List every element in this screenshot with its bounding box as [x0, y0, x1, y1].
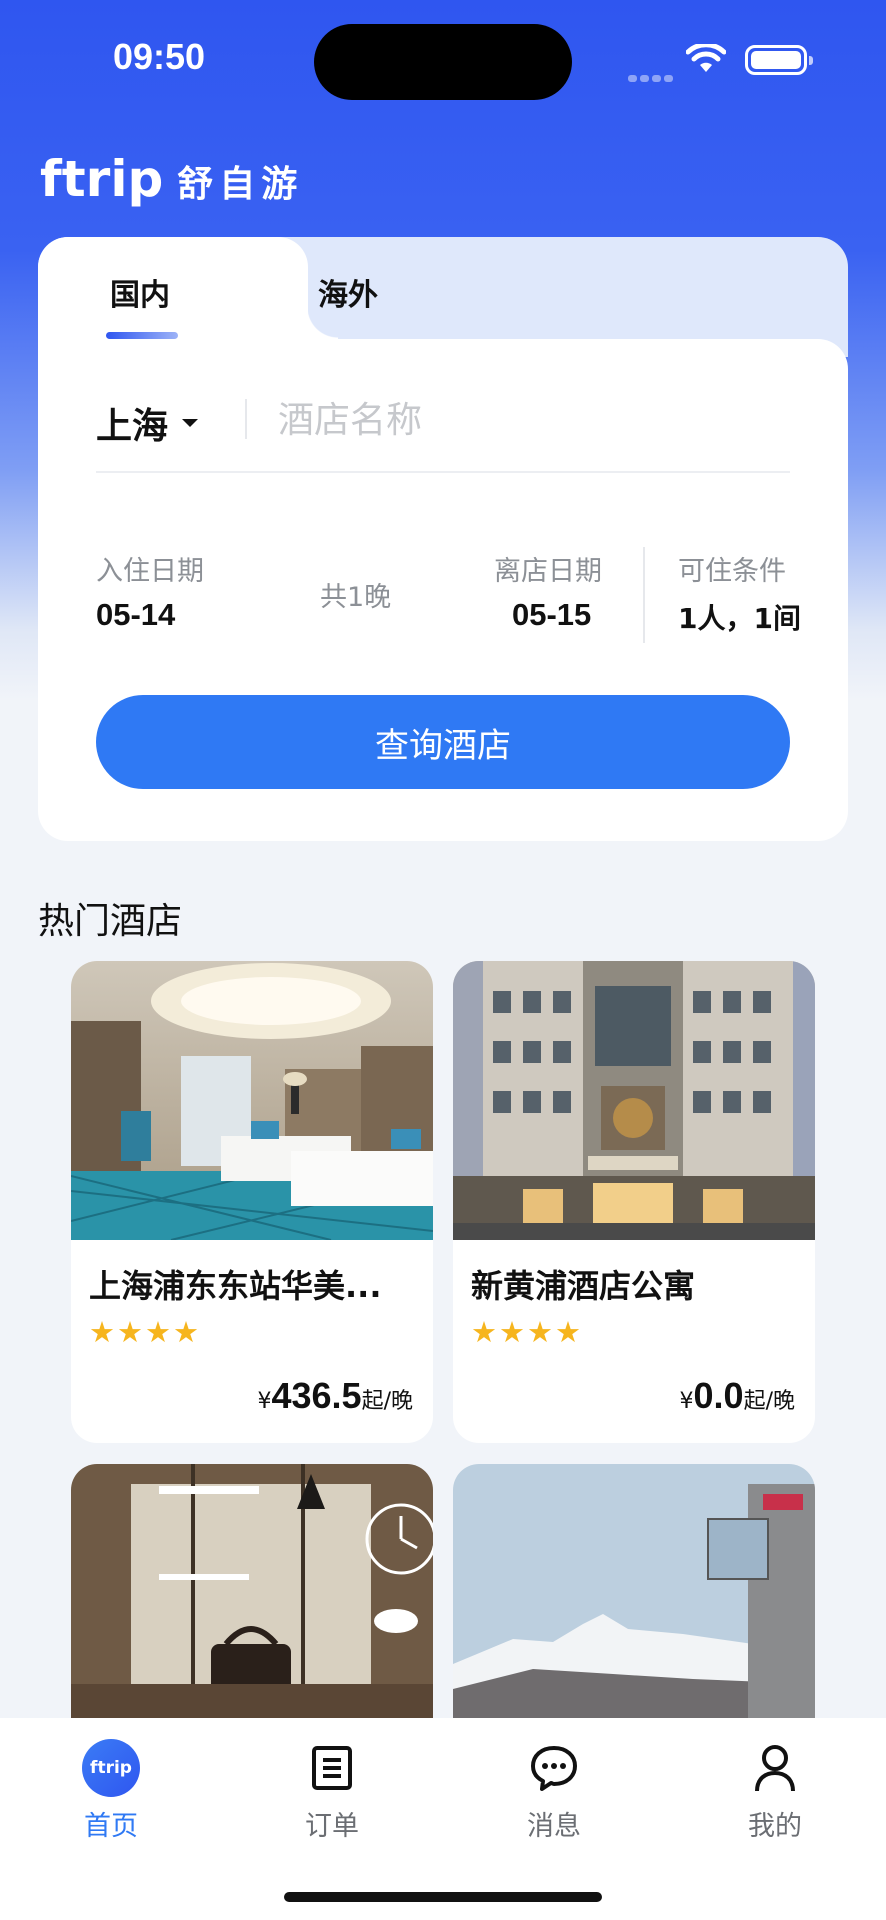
divider: [245, 399, 247, 439]
hotel-name-input[interactable]: [278, 395, 778, 445]
section-title-hot-hotels: 热门酒店: [38, 901, 183, 942]
cellular-signal-icon: [628, 67, 676, 86]
tab-home[interactable]: ftrip 首页: [51, 1738, 171, 1843]
status-bar: 09:50: [0, 0, 886, 110]
hotel-photo: [71, 961, 433, 1240]
wifi-icon: [686, 44, 726, 72]
status-time: 09:50: [113, 36, 206, 77]
tab-profile[interactable]: 我的: [715, 1738, 835, 1843]
star-rating: ★★★★: [471, 1315, 583, 1349]
hotel-card[interactable]: [71, 1464, 433, 1744]
hotel-price: ¥ 436.5 起/晚: [257, 1375, 413, 1417]
brand-logo: ftrip: [40, 150, 164, 208]
battery-icon: [745, 45, 813, 75]
tab-domestic[interactable]: 国内: [110, 270, 170, 314]
hotel-card[interactable]: 新黄浦酒店公寓 ★★★★ ¥ 0.0 起/晚: [453, 961, 815, 1443]
conditions-label: 可住条件: [678, 556, 786, 587]
hotel-name: 上海浦东东站华美...: [89, 1267, 382, 1305]
dynamic-island: [314, 24, 572, 100]
bottom-tab-bar: ftrip 首页 订单 消息 我的: [0, 1718, 886, 1920]
tab-label: 订单: [305, 1811, 359, 1842]
checkout-date[interactable]: 05-15: [512, 597, 591, 633]
city-label: 上海: [96, 406, 169, 447]
price-unit: 起/晚: [743, 1389, 795, 1414]
tab-overseas[interactable]: 海外: [318, 270, 378, 314]
checkin-label: 入住日期: [96, 556, 204, 587]
user-icon: [745, 1738, 805, 1798]
order-icon: [302, 1738, 362, 1798]
price-unit: 起/晚: [361, 1389, 413, 1414]
divider: [643, 547, 645, 643]
hotel-photo: [453, 961, 815, 1240]
hotel-search-card: 国内 海外 上海 入住日期 05-14 共1晚 离店日期 05-15 可住条件 …: [38, 237, 848, 841]
caret-down-icon: [182, 419, 199, 427]
active-tab-indicator: [106, 332, 178, 339]
search-hotels-button[interactable]: 查询酒店: [96, 695, 790, 789]
hotel-card[interactable]: 上海浦东东站华美... ★★★★ ¥ 436.5 起/晚: [71, 961, 433, 1443]
tab-label: 首页: [84, 1811, 138, 1842]
ftrip-home-icon: ftrip: [81, 1738, 141, 1798]
price-currency: ¥: [679, 1389, 694, 1414]
checkout-label: 离店日期: [494, 556, 602, 587]
checkin-date[interactable]: 05-14: [96, 597, 175, 633]
tab-messages[interactable]: 消息: [494, 1738, 614, 1843]
home-indicator: [284, 1892, 602, 1902]
brand-name: 舒自游: [177, 164, 304, 205]
city-selector[interactable]: 上海: [96, 397, 199, 449]
tab-label: 我的: [748, 1811, 802, 1842]
tab-label: 消息: [527, 1811, 581, 1842]
price-value: 436.5: [271, 1375, 362, 1416]
conditions-value[interactable]: 1人，1间: [678, 597, 801, 637]
hotel-name: 新黄浦酒店公寓: [471, 1267, 696, 1305]
hotel-price: ¥ 0.0 起/晚: [680, 1375, 795, 1417]
hotel-photo: [453, 1464, 815, 1743]
hotel-card[interactable]: [453, 1464, 815, 1744]
tab-orders[interactable]: 订单: [272, 1738, 392, 1843]
brand-header: ftrip 舒自游: [40, 150, 303, 208]
hotel-photo: [71, 1464, 433, 1743]
price-currency: ¥: [257, 1389, 272, 1414]
nights-count: 共1晚: [320, 582, 392, 613]
divider: [96, 471, 790, 473]
star-rating: ★★★★: [89, 1315, 201, 1349]
active-tab-background: [38, 237, 338, 347]
price-value: 0.0: [693, 1375, 744, 1416]
message-icon: [524, 1738, 584, 1798]
